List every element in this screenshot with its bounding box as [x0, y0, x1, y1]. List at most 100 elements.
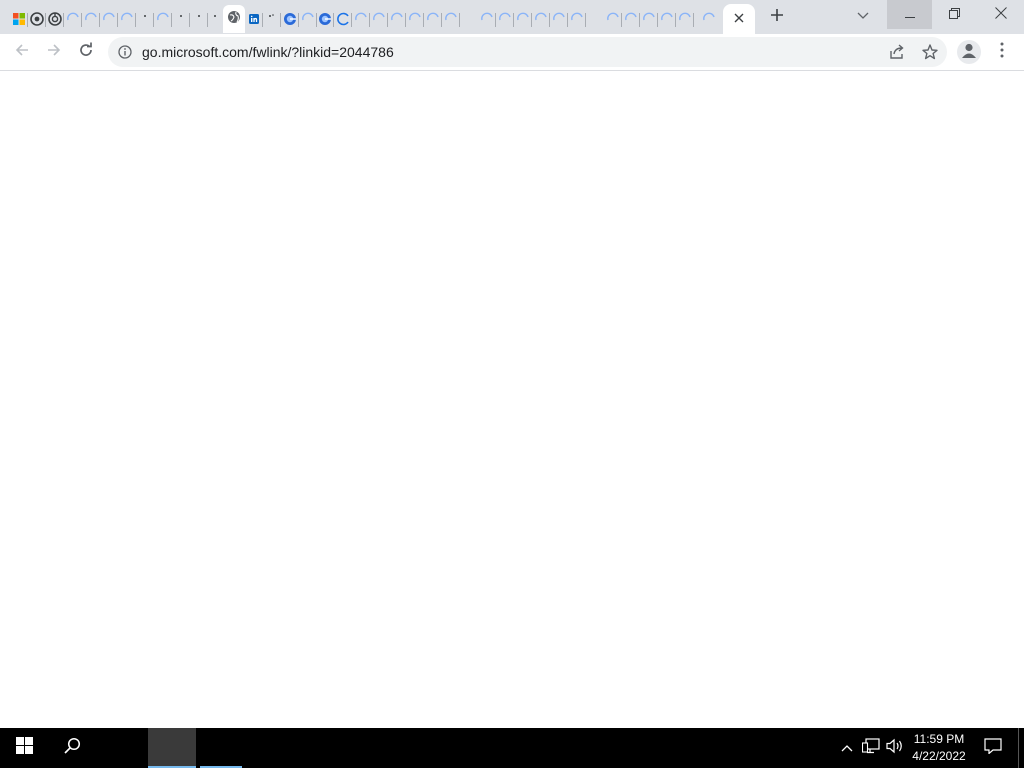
browser-tab[interactable] [658, 5, 676, 33]
reload-button[interactable] [72, 38, 100, 66]
close-icon [994, 6, 1007, 24]
browser-tab[interactable] [64, 5, 82, 33]
restore-button[interactable] [932, 0, 977, 29]
browser-toolbar: go.microsoft.com/fwlink/?linkid=2044786 [0, 34, 1024, 71]
browser-tab[interactable] [406, 5, 424, 33]
browser-tab[interactable] [700, 5, 718, 33]
show-desktop-button[interactable] [1018, 728, 1024, 768]
browser-tab[interactable] [263, 5, 281, 33]
loading-icon [624, 12, 638, 26]
window-close-button[interactable] [978, 0, 1023, 29]
notification-icon [984, 737, 1002, 759]
loading-icon [138, 12, 152, 26]
loading-icon [408, 12, 422, 26]
browser-tab[interactable] [118, 5, 136, 33]
plus-icon [770, 8, 784, 27]
browser-tab[interactable] [281, 5, 299, 33]
browser-tab[interactable] [550, 5, 568, 33]
start-button[interactable] [0, 728, 48, 768]
more-vertical-icon [1000, 42, 1004, 63]
browser-tab[interactable] [10, 5, 28, 33]
loading-icon [354, 12, 368, 26]
forward-button[interactable] [40, 38, 68, 66]
address-bar[interactable]: go.microsoft.com/fwlink/?linkid=2044786 [108, 37, 947, 67]
browser-tab[interactable] [172, 5, 190, 33]
browser-tab[interactable] [352, 5, 370, 33]
loading-icon [372, 12, 386, 26]
browser-tab[interactable] [442, 5, 460, 33]
browser-tab[interactable] [478, 5, 496, 33]
minimize-button[interactable] [887, 0, 932, 29]
info-icon[interactable] [118, 45, 132, 59]
browser-tab[interactable] [316, 5, 334, 33]
browser-tab[interactable] [568, 5, 586, 33]
loading-icon [390, 12, 404, 26]
share-icon[interactable] [888, 44, 906, 60]
taskbar-app[interactable] [200, 728, 242, 768]
chrome-icon [48, 12, 62, 26]
chevron-down-icon [857, 7, 869, 25]
loading-icon [66, 12, 80, 26]
profile-button[interactable] [957, 40, 981, 64]
page-content [0, 71, 1024, 728]
browser-tab[interactable] [136, 5, 154, 33]
network-button[interactable] [860, 728, 882, 768]
loading-icon [702, 12, 716, 26]
loading-icon [336, 12, 350, 26]
loading-icon [120, 12, 134, 26]
clock-date: 4/22/2022 [912, 749, 966, 763]
browser-tab[interactable] [334, 5, 352, 33]
loading-icon [84, 12, 98, 26]
browser-tab[interactable] [604, 5, 622, 33]
browser-tab[interactable] [370, 5, 388, 33]
browser-tab[interactable] [299, 5, 317, 33]
loading-icon [444, 12, 458, 26]
browser-tab[interactable] [514, 5, 532, 33]
browser-tab[interactable] [388, 5, 406, 33]
tab-search-button[interactable] [852, 6, 874, 26]
browser-menu-button[interactable] [993, 40, 1011, 64]
browser-tab[interactable] [640, 5, 658, 33]
taskbar: 11:59 PM 4/22/2022 [0, 728, 1024, 768]
browser-tab[interactable] [245, 5, 263, 33]
browser-tab-globe[interactable] [223, 5, 245, 33]
active-tab[interactable] [723, 4, 755, 34]
new-tab-button[interactable] [765, 6, 789, 28]
browser-tab[interactable] [532, 5, 550, 33]
browser-tab[interactable] [100, 5, 118, 33]
loading-icon [301, 12, 315, 26]
close-icon[interactable] [734, 10, 744, 28]
clock-time: 11:59 PM [913, 732, 965, 746]
browser-tab[interactable] [424, 5, 442, 33]
browser-tab[interactable] [496, 5, 514, 33]
arrow-right-icon [46, 42, 62, 63]
clock[interactable]: 11:59 PM 4/22/2022 [906, 731, 972, 765]
globe-icon [227, 10, 241, 29]
volume-button[interactable] [884, 728, 906, 768]
browser-tab[interactable] [206, 5, 224, 33]
arrow-left-icon [14, 42, 30, 63]
windows-start-icon [15, 737, 33, 759]
loading-icon [660, 12, 674, 26]
minimize-icon [904, 6, 915, 24]
browser-tab[interactable] [46, 5, 64, 33]
loading-icon [642, 12, 656, 26]
show-hidden-icons-button[interactable] [838, 728, 856, 768]
browser-tab[interactable] [82, 5, 100, 33]
action-center-button[interactable] [980, 728, 1006, 768]
taskbar-app-active[interactable] [148, 728, 196, 768]
browser-tab[interactable] [154, 5, 172, 33]
loading-icon [102, 12, 116, 26]
browser-tab[interactable] [622, 5, 640, 33]
loading-icon [265, 12, 279, 26]
search-button[interactable] [48, 728, 96, 768]
back-button[interactable] [8, 38, 36, 66]
star-icon[interactable] [921, 43, 939, 61]
url-text[interactable]: go.microsoft.com/fwlink/?linkid=2044786 [142, 44, 394, 60]
browser-tab[interactable] [676, 5, 694, 33]
loading-icon [156, 12, 170, 26]
chrome-icon [30, 12, 44, 26]
browser-tab[interactable] [28, 5, 46, 33]
windows-logo-icon [12, 12, 26, 26]
edge-icon [318, 12, 332, 26]
